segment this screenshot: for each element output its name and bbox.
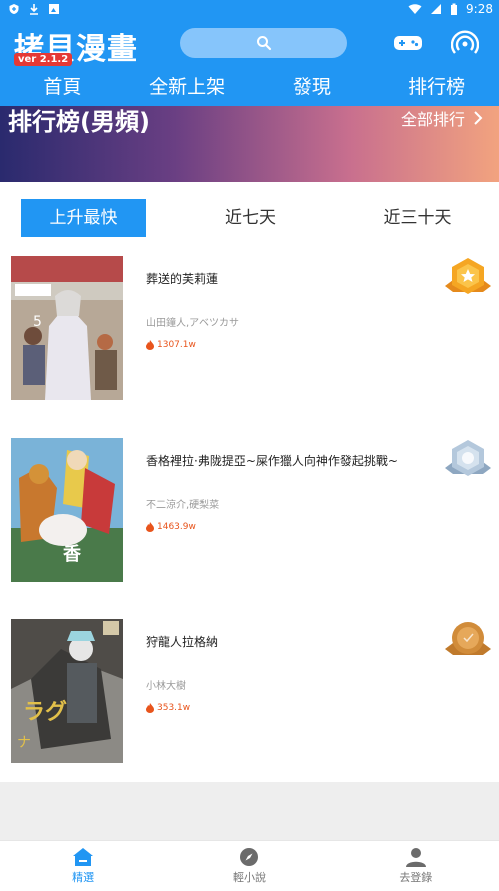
svg-text:ナ: ナ bbox=[17, 735, 31, 751]
banner-title: 排行榜(男頻) bbox=[8, 108, 150, 136]
game-button[interactable] bbox=[393, 30, 423, 56]
image-icon bbox=[49, 4, 59, 14]
heat-text: 1463.9w bbox=[157, 522, 196, 532]
comic-title: 葬送的芙莉蓮 bbox=[146, 272, 219, 286]
all-ranking-link[interactable]: 全部排行 bbox=[401, 106, 483, 130]
bottom-tab-login-label: 去登錄 bbox=[399, 871, 433, 884]
wifi-icon bbox=[408, 4, 422, 14]
chevron-right-icon bbox=[474, 111, 483, 125]
heat-value: 353.1w bbox=[146, 703, 190, 713]
heat-value: 1307.1w bbox=[146, 340, 196, 350]
comic-author: 山田鐘人,アベツカサ bbox=[146, 318, 239, 329]
ranking-banner: 排行榜(男頻) 全部排行 bbox=[0, 106, 499, 182]
bottom-tab-light-novel[interactable]: 輕小說 bbox=[166, 841, 332, 891]
bottom-tab-featured[interactable]: 精選 bbox=[0, 841, 166, 891]
bottom-tab-light-novel-label: 輕小說 bbox=[232, 871, 266, 884]
comic-title: 香格裡拉·弗陇提亞~屎作獵人向神作發起挑戰~ bbox=[146, 454, 398, 468]
list-item[interactable]: 香 香格裡拉·弗陇提亞~屎作獵人向神作發起挑戰~ 不二涼介,硬梨菜 1463.9… bbox=[0, 438, 499, 584]
shield-icon bbox=[9, 4, 19, 14]
tab-ranking[interactable]: 排行榜 bbox=[374, 70, 499, 106]
flame-icon bbox=[146, 340, 154, 350]
search-bar[interactable] bbox=[180, 28, 347, 58]
flame-icon bbox=[146, 703, 154, 713]
home-icon bbox=[73, 848, 94, 866]
search-icon bbox=[256, 36, 271, 51]
gold-medal-icon bbox=[443, 256, 493, 298]
gamepad-icon bbox=[394, 36, 422, 50]
all-ranking-label: 全部排行 bbox=[400, 110, 465, 129]
flame-icon bbox=[146, 522, 154, 532]
status-time: 9:28 bbox=[466, 2, 493, 16]
broadcast-button[interactable] bbox=[450, 30, 480, 56]
heat-text: 1307.1w bbox=[157, 340, 196, 350]
comic-author: 不二涼介,硬梨菜 bbox=[146, 500, 220, 511]
tab-discover[interactable]: 發現 bbox=[250, 70, 375, 106]
status-bar: 9:28 bbox=[0, 0, 499, 20]
download-icon bbox=[30, 4, 38, 15]
battery-icon bbox=[451, 3, 458, 15]
comic-title: 狩龍人拉格納 bbox=[146, 635, 219, 649]
broadcast-icon bbox=[451, 30, 479, 54]
svg-text:香: 香 bbox=[62, 544, 82, 565]
compass-icon bbox=[240, 848, 259, 866]
tab-home[interactable]: 首頁 bbox=[0, 70, 125, 106]
svg-text:5: 5 bbox=[33, 314, 42, 330]
tab-new-releases[interactable]: 全新上架 bbox=[125, 70, 250, 106]
comic-cover: 香 bbox=[11, 438, 123, 582]
signal-icon bbox=[431, 4, 442, 14]
bottom-tab-login[interactable]: 去登錄 bbox=[333, 841, 499, 891]
version-badge: ver 2.1.2 bbox=[14, 53, 73, 66]
nav-tabs: 首頁 全新上架 發現 排行榜 bbox=[0, 70, 499, 106]
svg-text:ラグ: ラグ bbox=[23, 699, 67, 725]
list-item[interactable]: 5 葬送的芙莉蓮 山田鐘人,アベツカサ 1307.1w bbox=[0, 256, 499, 402]
segment-last-7-days[interactable]: 近七天 bbox=[188, 199, 313, 237]
bronze-medal-icon bbox=[443, 619, 493, 661]
comic-cover: 5 bbox=[11, 256, 123, 400]
comic-cover: ラグ ナ bbox=[11, 619, 123, 763]
bottom-navigation: 精選 輕小說 去登錄 bbox=[0, 840, 499, 891]
silver-medal-icon bbox=[443, 438, 493, 480]
heat-value: 1463.9w bbox=[146, 522, 196, 532]
list-item[interactable]: ラグ ナ 狩龍人拉格納 小林大樹 353.1w bbox=[0, 619, 499, 765]
user-icon bbox=[405, 848, 426, 867]
segment-fastest-rising[interactable]: 上升最快 bbox=[21, 199, 146, 237]
bottom-tab-featured-label: 精選 bbox=[72, 871, 95, 884]
heat-text: 353.1w bbox=[157, 703, 191, 713]
comic-author: 小林大樹 bbox=[146, 681, 186, 692]
ranking-content: 上升最快 近七天 近三十天 5 葬送的芙莉蓮 山田鐘人,アベツカサ 1307.1… bbox=[0, 182, 499, 782]
app-header: 拷貝漫畫 ver 2.1.2 首頁 全新上架 發現 排行榜 bbox=[0, 20, 499, 106]
segment-last-30-days[interactable]: 近三十天 bbox=[355, 199, 480, 237]
